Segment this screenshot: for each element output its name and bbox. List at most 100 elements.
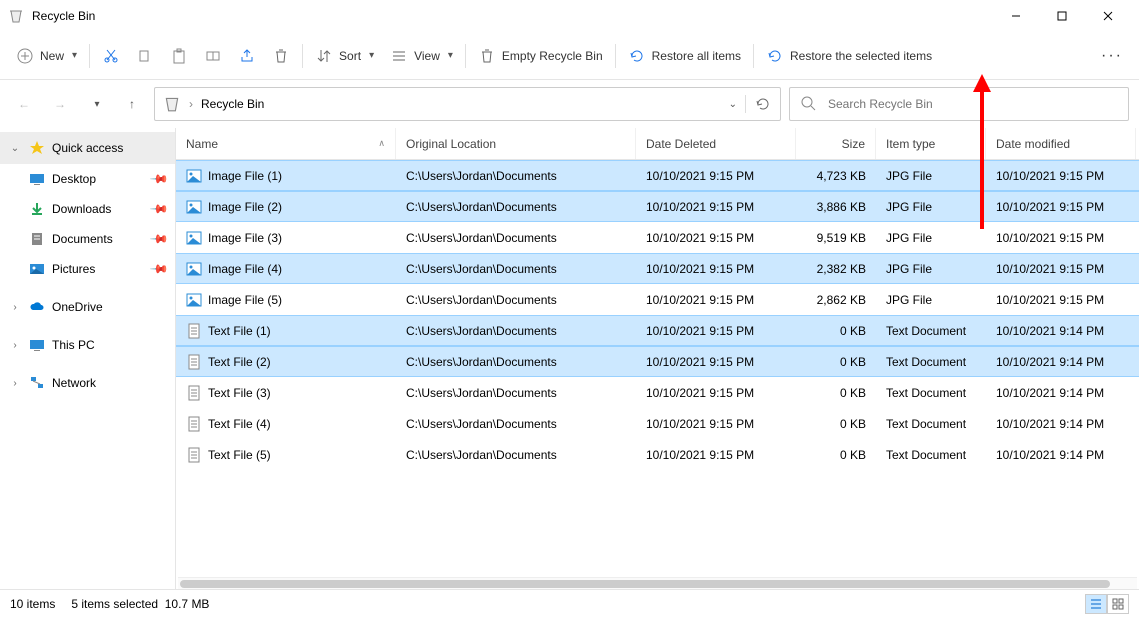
col-size[interactable]: Size	[796, 128, 876, 159]
chevron-right-icon[interactable]: ›	[8, 340, 22, 351]
statusbar: 10 items 5 items selected 10.7 MB	[0, 589, 1139, 617]
toolbar: New ▾ Sort ▾ View ▾ Empty Recycle Bin Re…	[0, 32, 1139, 80]
selected-count: 5 items selected	[71, 597, 158, 611]
sidebar-item-thispc[interactable]: › This PC	[0, 330, 175, 360]
file-type: Text Document	[876, 324, 986, 338]
table-row[interactable]: Image File (1)C:\Users\Jordan\Documents1…	[176, 160, 1139, 191]
table-row[interactable]: Image File (5)C:\Users\Jordan\Documents1…	[176, 284, 1139, 315]
restore-selected-button[interactable]: Restore the selected items	[758, 39, 940, 73]
trash-icon	[478, 47, 496, 65]
star-icon	[28, 139, 46, 157]
col-modified[interactable]: Date modified	[986, 128, 1136, 159]
search-icon	[800, 95, 818, 113]
separator	[753, 44, 754, 68]
breadcrumb-location[interactable]: Recycle Bin	[201, 97, 264, 111]
empty-recycle-bin-button[interactable]: Empty Recycle Bin	[470, 39, 611, 73]
chevron-down-icon[interactable]: ⌄	[729, 99, 737, 110]
scissors-icon	[102, 47, 120, 65]
table-row[interactable]: Image File (4)C:\Users\Jordan\Documents1…	[176, 253, 1139, 284]
search-input[interactable]	[828, 97, 1118, 111]
forward-button[interactable]: →	[46, 90, 74, 118]
table-row[interactable]: Text File (3)C:\Users\Jordan\Documents10…	[176, 377, 1139, 408]
table-row[interactable]: Text File (1)C:\Users\Jordan\Documents10…	[176, 315, 1139, 346]
recycle-bin-icon	[163, 95, 181, 113]
chevron-down-icon[interactable]: ⌄	[8, 143, 22, 154]
table-row[interactable]: Text File (2)C:\Users\Jordan\Documents10…	[176, 346, 1139, 377]
file-date-modified: 10/10/2021 9:15 PM	[986, 262, 1136, 276]
restore-selected-label: Restore the selected items	[790, 49, 932, 63]
restore-all-button[interactable]: Restore all items	[620, 39, 749, 73]
address-bar[interactable]: › Recycle Bin ⌄	[154, 87, 781, 121]
network-icon	[28, 374, 46, 392]
file-orig-location: C:\Users\Jordan\Documents	[396, 386, 636, 400]
thumbnails-view-button[interactable]	[1107, 594, 1129, 614]
table-row[interactable]: Text File (4)C:\Users\Jordan\Documents10…	[176, 408, 1139, 439]
sidebar-item-network[interactable]: › Network	[0, 368, 175, 398]
file-name: Text File (5)	[208, 448, 271, 462]
sidebar-item-downloads[interactable]: Downloads 📌	[0, 194, 175, 224]
search-box[interactable]	[789, 87, 1129, 121]
file-date-deleted: 10/10/2021 9:15 PM	[636, 231, 796, 245]
chevron-right-icon[interactable]: ›	[8, 378, 22, 389]
col-name[interactable]: Name∧	[176, 128, 396, 159]
separator	[89, 44, 90, 68]
trash-icon	[272, 47, 290, 65]
share-button[interactable]	[230, 39, 264, 73]
ellipsis-icon: ···	[1101, 47, 1123, 65]
sidebar-item-onedrive[interactable]: › OneDrive	[0, 292, 175, 322]
maximize-button[interactable]	[1039, 0, 1085, 32]
restore-icon	[628, 47, 646, 65]
rename-button[interactable]	[196, 39, 230, 73]
sidebar-item-pictures[interactable]: Pictures 📌	[0, 254, 175, 284]
file-list: Name∧ Original Location Date Deleted Siz…	[176, 128, 1139, 589]
minimize-button[interactable]	[993, 0, 1039, 32]
chevron-down-icon: ▾	[94, 99, 99, 110]
file-date-deleted: 10/10/2021 9:15 PM	[636, 169, 796, 183]
chevron-right-icon[interactable]: ›	[8, 302, 22, 313]
back-button[interactable]: ←	[10, 90, 38, 118]
col-deleted[interactable]: Date Deleted	[636, 128, 796, 159]
refresh-icon[interactable]	[754, 95, 772, 113]
file-date-deleted: 10/10/2021 9:15 PM	[636, 355, 796, 369]
delete-button[interactable]	[264, 39, 298, 73]
file-date-modified: 10/10/2021 9:15 PM	[986, 293, 1136, 307]
close-button[interactable]	[1085, 0, 1131, 32]
new-button[interactable]: New ▾	[8, 39, 85, 73]
table-row[interactable]: Image File (3)C:\Users\Jordan\Documents1…	[176, 222, 1139, 253]
scrollbar-thumb[interactable]	[180, 580, 1110, 588]
main-area: ⌄ Quick access Desktop 📌 Downloads 📌 Doc…	[0, 128, 1139, 589]
cut-button[interactable]	[94, 39, 128, 73]
file-size: 3,886 KB	[796, 200, 876, 214]
col-type[interactable]: Item type	[876, 128, 986, 159]
more-button[interactable]: ···	[1093, 39, 1131, 73]
col-orig[interactable]: Original Location	[396, 128, 636, 159]
network-label: Network	[52, 376, 96, 390]
sort-button[interactable]: Sort ▾	[307, 39, 382, 73]
file-type: Text Document	[876, 448, 986, 462]
paste-button[interactable]	[162, 39, 196, 73]
sidebar-item-quick-access[interactable]: ⌄ Quick access	[0, 132, 175, 164]
item-count: 10 items	[10, 597, 55, 611]
file-type: Text Document	[876, 417, 986, 431]
view-button[interactable]: View ▾	[382, 39, 461, 73]
text-file-icon	[186, 323, 202, 339]
text-file-icon	[186, 416, 202, 432]
table-row[interactable]: Image File (2)C:\Users\Jordan\Documents1…	[176, 191, 1139, 222]
table-row[interactable]: Text File (5)C:\Users\Jordan\Documents10…	[176, 439, 1139, 470]
horizontal-scrollbar[interactable]	[178, 577, 1137, 589]
text-file-icon	[186, 354, 202, 370]
recent-dropdown[interactable]: ▾	[82, 90, 110, 118]
file-date-modified: 10/10/2021 9:15 PM	[986, 169, 1136, 183]
sidebar-item-desktop[interactable]: Desktop 📌	[0, 164, 175, 194]
sort-asc-icon: ∧	[378, 138, 385, 149]
sidebar-item-documents[interactable]: Documents 📌	[0, 224, 175, 254]
up-button[interactable]: ↑	[118, 90, 146, 118]
file-type: JPG File	[876, 262, 986, 276]
copy-button[interactable]	[128, 39, 162, 73]
file-size: 2,862 KB	[796, 293, 876, 307]
file-name: Image File (3)	[208, 231, 282, 245]
details-view-button[interactable]	[1085, 594, 1107, 614]
onedrive-label: OneDrive	[52, 300, 103, 314]
file-name: Image File (4)	[208, 262, 282, 276]
file-date-modified: 10/10/2021 9:14 PM	[986, 355, 1136, 369]
